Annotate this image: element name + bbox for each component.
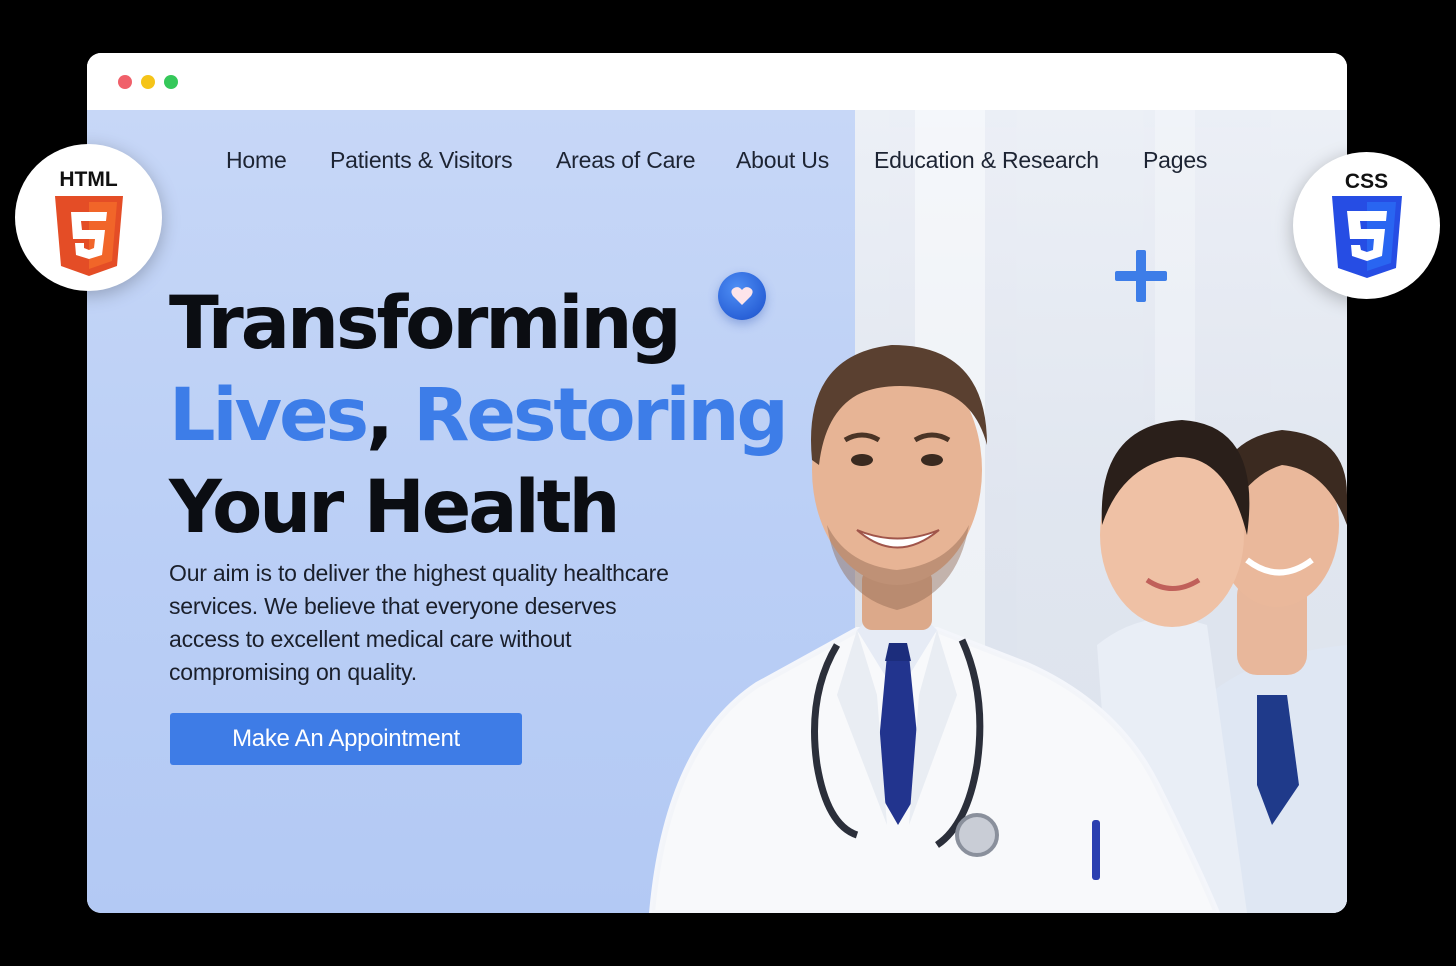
headline-separator: , <box>366 373 414 458</box>
browser-window: Home Patients & Visitors Areas of Care A… <box>87 53 1347 913</box>
maximize-window-dot[interactable] <box>164 75 178 89</box>
headline-line-3: Your Health <box>169 465 620 550</box>
minimize-window-dot[interactable] <box>141 75 155 89</box>
headline-restoring: Restoring <box>413 373 788 458</box>
css3-badge: CSS <box>1293 152 1440 299</box>
nav-item-areas-of-care[interactable]: Areas of Care <box>556 147 696 174</box>
headline-line-1: Transforming <box>169 281 682 366</box>
css-badge-label: CSS <box>1344 170 1389 193</box>
hero-headline: Transforming Lives, Restoring Your Healt… <box>169 278 809 554</box>
main-nav: Home Patients & Visitors Areas of Care A… <box>87 147 1347 173</box>
nav-item-about-us[interactable]: About Us <box>736 147 829 174</box>
css3-icon <box>1332 196 1402 278</box>
close-window-dot[interactable] <box>118 75 132 89</box>
html-badge-label: HTML <box>59 168 118 191</box>
nav-item-pages[interactable]: Pages <box>1143 147 1207 174</box>
make-appointment-button[interactable]: Make An Appointment <box>170 713 522 765</box>
hero-description: Our aim is to deliver the highest qualit… <box>169 560 669 685</box>
nav-item-education-research[interactable]: Education & Research <box>874 147 1099 174</box>
headline-lives: Lives <box>169 373 369 458</box>
hero-section: Home Patients & Visitors Areas of Care A… <box>87 110 1347 913</box>
nav-item-home[interactable]: Home <box>226 147 287 174</box>
html5-icon <box>55 196 123 276</box>
plus-icon <box>1115 250 1167 302</box>
browser-titlebar <box>87 53 1347 110</box>
html5-badge: HTML <box>15 144 162 291</box>
headline-line-2: Lives, Restoring <box>169 370 809 462</box>
nav-item-patients-visitors[interactable]: Patients & Visitors <box>330 147 513 174</box>
